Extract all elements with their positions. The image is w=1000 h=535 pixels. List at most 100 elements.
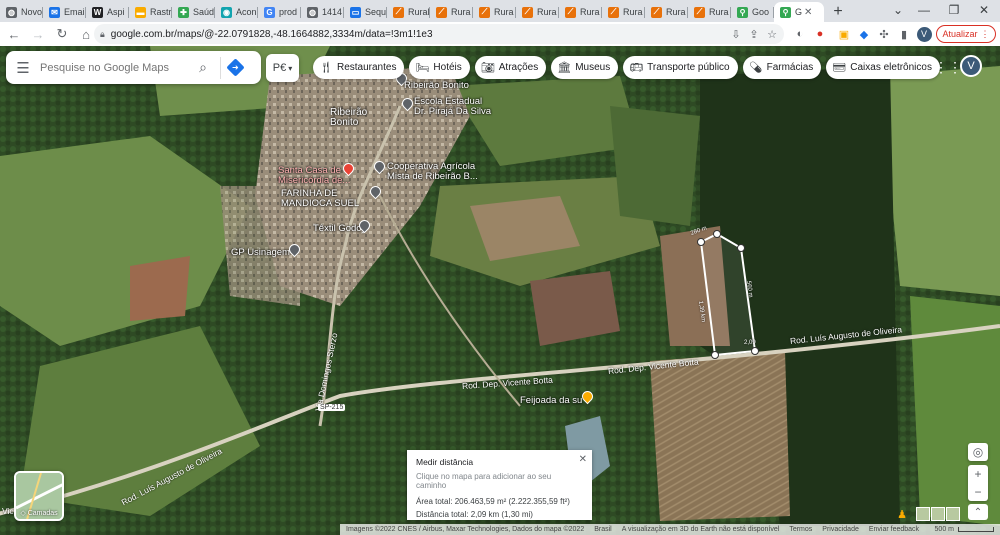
measure-point[interactable]: [697, 238, 705, 246]
tab-label: prod: [279, 7, 298, 17]
tab-label: Rural: [408, 7, 430, 17]
tab-label: Rura: [494, 7, 514, 17]
forward-icon[interactable]: →: [28, 24, 48, 44]
pegman-icon[interactable]: ♟: [895, 507, 909, 521]
install-icon[interactable]: ⇩: [728, 26, 744, 42]
measure-title: Medir distância: [416, 457, 474, 467]
category-chip[interactable]: 🚌︎ Transporte público: [623, 56, 738, 79]
browser-tab[interactable]: ⟋ Rura: [473, 2, 516, 22]
browser-tab[interactable]: ⟋ Rura: [559, 2, 602, 22]
measure-point[interactable]: [737, 244, 745, 252]
layers-button[interactable]: ◇ Camadas: [14, 471, 64, 521]
address-bar[interactable]: 🔒︎ google.com.br/maps/@-22.0791828,-48.1…: [94, 24, 784, 44]
browser-tab[interactable]: ▭ Sequ: [344, 2, 387, 22]
apps-grid-icon[interactable]: ⋮⋮⋮: [920, 58, 962, 76]
category-chip[interactable]: 🍴︎ Restaurantes: [313, 56, 405, 79]
place-label[interactable]: FARINHA DE MANDIOCA SUEL: [281, 189, 359, 209]
my-location-button[interactable]: ◎: [968, 443, 988, 461]
camera-icon: 📷︎: [480, 62, 495, 74]
imagery-thumbnails[interactable]: [916, 507, 960, 521]
reload-icon[interactable]: ↻: [52, 24, 72, 44]
profile-initial: V: [916, 26, 932, 42]
profile-avatar[interactable]: V: [916, 26, 932, 42]
category-chip[interactable]: 📷︎ Atrações: [474, 56, 547, 79]
new-tab-button[interactable]: +: [824, 2, 852, 22]
tab-label: Saúd: [193, 7, 215, 17]
search-icon[interactable]: ⌕: [190, 59, 216, 76]
measure-point[interactable]: [713, 230, 721, 238]
browser-tab[interactable]: ⚲ G ✕: [774, 2, 824, 22]
tab-label: Emai: [64, 7, 85, 17]
layers-label: Camadas: [27, 510, 58, 517]
tab-label: Rastr: [150, 7, 172, 17]
chip-label: Restaurantes: [336, 62, 397, 73]
browser-tab[interactable]: ⟋ Rura: [430, 2, 473, 22]
language-chip-label: P€: [272, 62, 287, 74]
opera-icon[interactable]: ●: [812, 26, 828, 42]
language-chip[interactable]: P€ ▾: [266, 54, 299, 82]
map-canvas[interactable]: 280 m 560 m 1,39 km 2,09 Ribeirão Bonito…: [0, 46, 1000, 535]
scale-label: 500 m: [934, 526, 954, 533]
browser-tab[interactable]: ◍ Novo: [0, 2, 43, 22]
puzzle-icon[interactable]: ✣: [876, 26, 892, 42]
tab-label: 1414: [322, 7, 343, 17]
browser-tab[interactable]: Gprod: [258, 2, 301, 22]
browser-tab[interactable]: ⟋ Rura: [602, 2, 645, 22]
close-window-icon[interactable]: ✕: [966, 0, 1000, 20]
browser-tab[interactable]: ✚ Saúd: [172, 2, 215, 22]
scale-bar[interactable]: 500 m: [935, 526, 1000, 533]
museum-icon: 🏛︎: [557, 62, 572, 74]
sidebar-icon[interactable]: ▮: [896, 26, 912, 42]
terms-link[interactable]: Termos: [789, 526, 812, 533]
browser-tab[interactable]: ◍ 1414: [301, 2, 344, 22]
browser-tab[interactable]: W Aspi: [86, 2, 129, 22]
place-label[interactable]: Santa Casa de Misericórdia de...: [278, 166, 350, 186]
browser-tab[interactable]: ◉ Acon: [215, 2, 258, 22]
browser-tab[interactable]: ⟋ Rura: [516, 2, 559, 22]
browser-tab[interactable]: ⟋ Rura: [688, 2, 731, 22]
tab-label: Rura: [666, 7, 686, 17]
close-tab-icon[interactable]: ✕: [804, 7, 812, 18]
bookmark-star-icon[interactable]: ☆: [764, 26, 780, 42]
close-icon[interactable]: ✕: [579, 454, 587, 465]
tab-label: Rura: [709, 7, 729, 17]
place-label[interactable]: GP Usinagem: [231, 248, 290, 258]
category-chip[interactable]: 🛏︎ Hotéis: [409, 56, 470, 79]
expand-icon[interactable]: ⌃: [968, 504, 988, 520]
search-input[interactable]: [40, 61, 190, 74]
zoom-out-button[interactable]: −: [968, 483, 988, 501]
privacy-link[interactable]: Privacidade: [822, 526, 859, 533]
bus-icon: 🚌︎: [629, 62, 644, 74]
measure-point[interactable]: [751, 347, 759, 355]
country-link[interactable]: Brasil: [594, 526, 612, 533]
browser-tab[interactable]: ⟋ Rura: [645, 2, 688, 22]
place-label[interactable]: Ribeirão Bonito: [404, 81, 469, 91]
fork-knife-icon: 🍴︎: [319, 62, 333, 74]
extension-b-icon[interactable]: ◆: [856, 26, 872, 42]
category-chip[interactable]: 💊︎ Farmácias: [742, 56, 822, 79]
extension-a-icon[interactable]: ▣: [836, 26, 852, 42]
update-button[interactable]: Atualizar ⋮: [936, 25, 996, 43]
directions-button[interactable]: ➜: [220, 56, 250, 79]
place-label[interactable]: Feijoada da su: [520, 396, 582, 406]
directions-icon: ➜: [226, 58, 245, 77]
back-icon[interactable]: ←: [4, 24, 24, 44]
place-label[interactable]: Escola Estadual Dr. Pirajá Da Silva: [414, 97, 491, 117]
category-chip[interactable]: 🏛︎ Museus: [551, 56, 619, 79]
feedback-link[interactable]: Enviar feedback: [869, 526, 919, 533]
share-icon[interactable]: ⇪: [746, 26, 762, 42]
place-label[interactable]: Cooperativa Agrícola Mista de Ribeirão B…: [387, 162, 478, 182]
browser-tab[interactable]: ⟋ Rural: [387, 2, 430, 22]
home-icon[interactable]: ⌂: [76, 24, 96, 44]
account-avatar[interactable]: V: [960, 55, 982, 77]
extension-shield-icon[interactable]: ◐: [792, 26, 808, 42]
road-label: Vic: [2, 506, 14, 516]
menu-icon[interactable]: ☰: [6, 59, 40, 77]
tab-label: Goo: [752, 7, 770, 17]
measure-point[interactable]: [711, 351, 719, 359]
browser-tab[interactable]: ▬ Rastr: [129, 2, 172, 22]
browser-tab[interactable]: ✉ Emai: [43, 2, 86, 22]
zoom-in-button[interactable]: +: [968, 465, 988, 483]
browser-tab[interactable]: ⚲ Goo: [731, 2, 774, 22]
city-label[interactable]: Ribeirão Bonito: [330, 108, 367, 128]
